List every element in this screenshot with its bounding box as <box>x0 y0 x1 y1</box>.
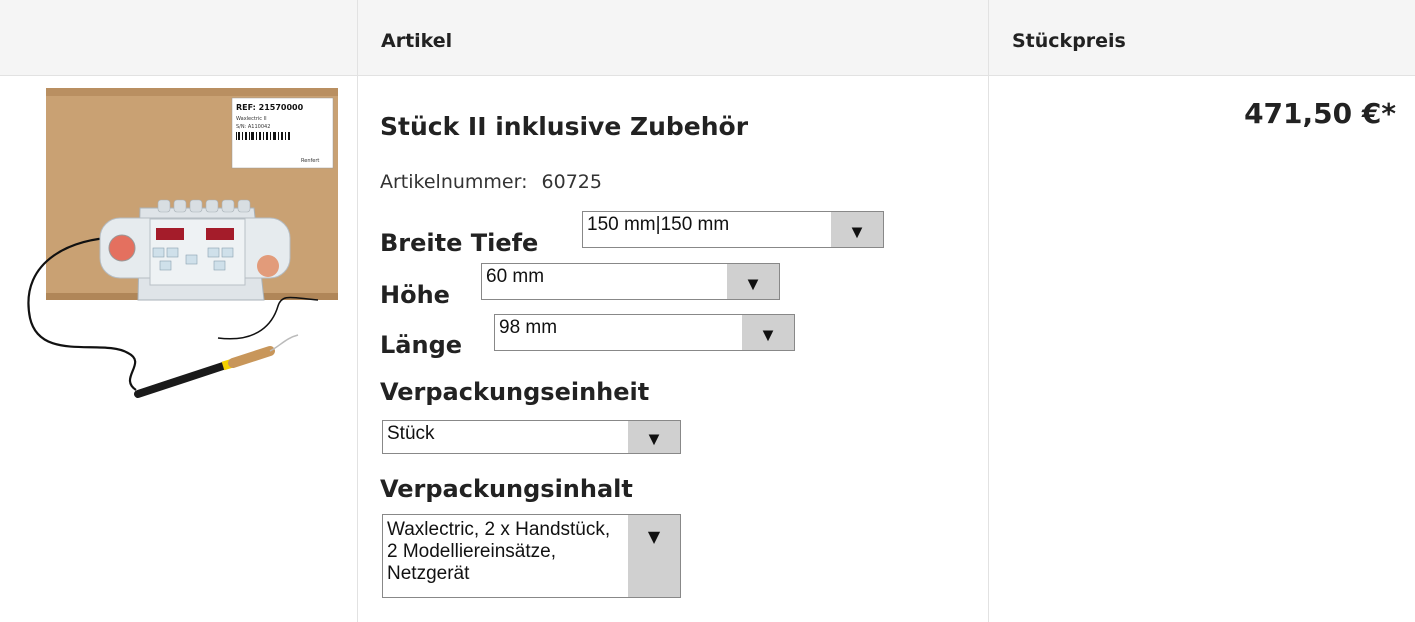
select-value: Stück <box>387 423 435 444</box>
box-label-brand: Renfert <box>301 158 319 164</box>
select-verpackungsinhalt[interactable]: Waxlectric, 2 x Handstück, 2 Modellierei… <box>382 514 681 598</box>
dropdown-button[interactable]: ▼ <box>628 421 680 453</box>
article-number-value: 60725 <box>541 171 602 193</box>
unit-price: 471,50 €* <box>1244 97 1396 130</box>
option-label-laenge: Länge <box>380 331 463 359</box>
select-value: Waxlectric, 2 x Handstück, 2 Modellierei… <box>387 519 611 584</box>
column-header-article: Artikel <box>381 30 453 52</box>
article-number-label: Artikelnummer: <box>380 171 528 193</box>
box-label-sn: S/N: A110042 <box>236 124 270 130</box>
chevron-down-icon: ▼ <box>648 431 660 448</box>
option-label-verpackungseinheit: Verpackungseinheit <box>380 378 650 406</box>
cart-table: Artikel Stückpreis REF: 21570000 Waxlect… <box>0 0 1415 622</box>
chevron-down-icon: ▼ <box>762 326 774 343</box>
dropdown-button[interactable]: ▼ <box>742 315 794 350</box>
column-header-unit-price: Stückpreis <box>1012 30 1126 52</box>
select-verpackungseinheit[interactable]: Stück ▼ <box>382 420 681 454</box>
chevron-down-icon: ▼ <box>747 275 759 292</box>
product-image[interactable]: REF: 21570000 Waxlectric II S/N: A110042… <box>18 88 343 408</box>
dropdown-button[interactable]: ▼ <box>628 515 680 597</box>
option-label-hoehe: Höhe <box>380 281 450 309</box>
select-laenge[interactable]: 98 mm ▼ <box>494 314 795 351</box>
column-divider <box>988 0 989 622</box>
article-number: Artikelnummer: 60725 <box>380 171 602 193</box>
select-breite-tiefe[interactable]: 150 mm|150 mm ▼ <box>582 211 884 248</box>
column-divider <box>357 0 358 622</box>
box-label-ref: REF: 21570000 <box>236 103 304 112</box>
option-label-verpackungsinhalt: Verpackungsinhalt <box>380 475 633 503</box>
box-label-name: Waxlectric II <box>236 116 267 122</box>
option-label-breite-tiefe: Breite Tiefe <box>380 229 539 257</box>
chevron-down-icon: ▼ <box>851 223 863 240</box>
select-hoehe[interactable]: 60 mm ▼ <box>481 263 780 300</box>
select-value: 150 mm|150 mm <box>587 214 730 235</box>
dropdown-button[interactable]: ▼ <box>727 264 779 299</box>
table-header: Artikel Stückpreis <box>0 0 1415 76</box>
dropdown-button[interactable]: ▼ <box>831 212 883 247</box>
select-value: 98 mm <box>499 317 558 338</box>
select-value: 60 mm <box>486 266 545 287</box>
chevron-down-icon: ▼ <box>647 527 661 546</box>
waxlectric-product-image: REF: 21570000 Waxlectric II S/N: A110042… <box>27 88 338 398</box>
product-title[interactable]: Stück II inklusive Zubehör <box>380 112 748 141</box>
